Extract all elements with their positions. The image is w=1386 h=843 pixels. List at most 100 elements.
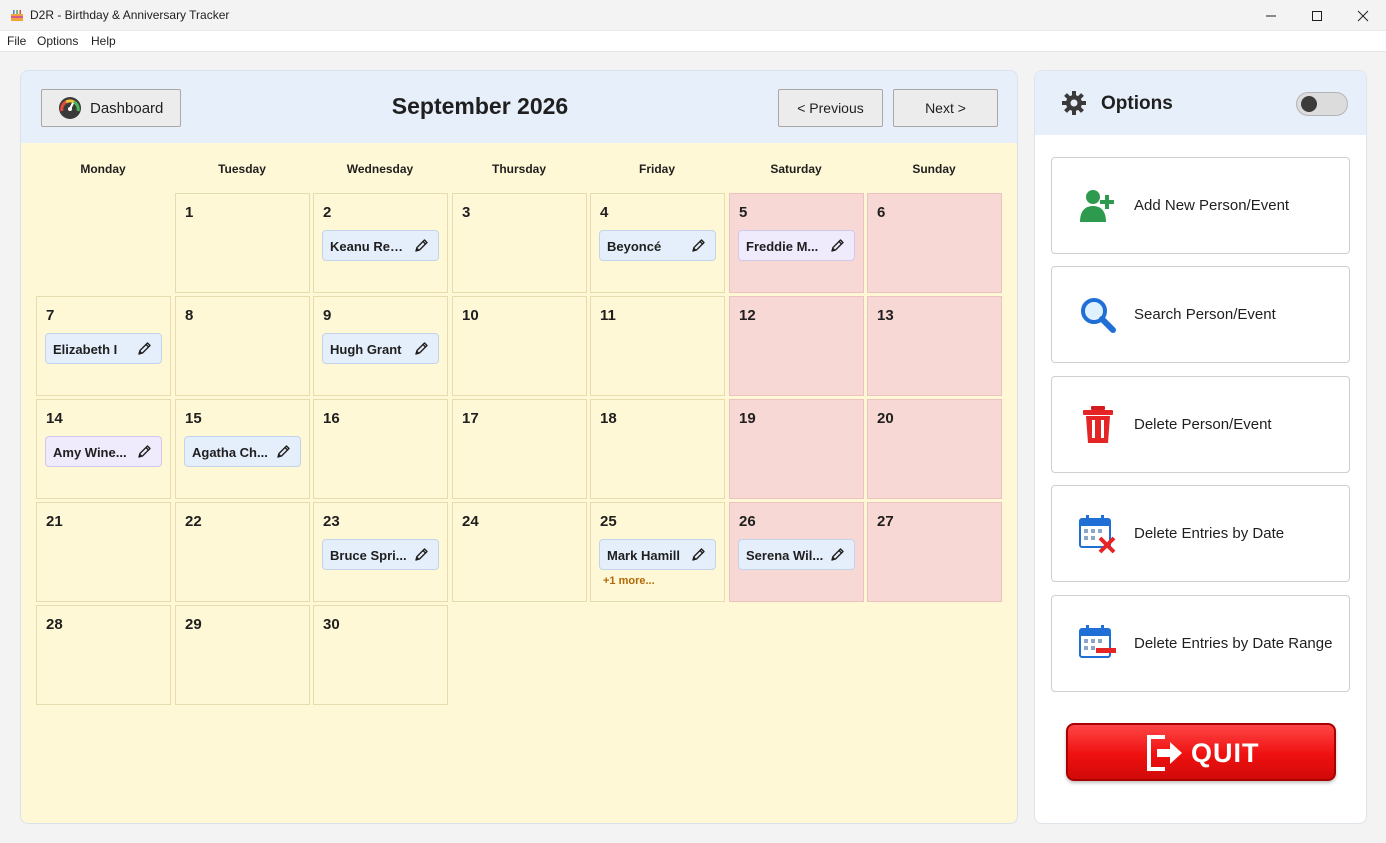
event-chip[interactable]: Agatha Ch...: [184, 436, 301, 467]
day-cell[interactable]: 21: [36, 502, 171, 602]
day-cell[interactable]: 16: [313, 399, 448, 499]
day-cell[interactable]: 10: [452, 296, 587, 396]
event-chip[interactable]: Freddie M...: [738, 230, 855, 261]
day-cell[interactable]: 14 Amy Wine...: [36, 399, 171, 499]
gear-icon: [1062, 91, 1086, 115]
menu-options[interactable]: Options: [37, 34, 78, 48]
dashboard-button[interactable]: Dashboard: [41, 89, 181, 127]
day-cell[interactable]: 2 Keanu Ree...: [313, 193, 448, 293]
day-cell[interactable]: 9 Hugh Grant: [313, 296, 448, 396]
day-cell[interactable]: 20: [867, 399, 1002, 499]
day-cell[interactable]: 7 Elizabeth I: [36, 296, 171, 396]
day-cell[interactable]: 29: [175, 605, 310, 705]
menu-bar: File Options Help: [0, 31, 1386, 52]
day-number: 13: [877, 307, 894, 324]
day-cell[interactable]: 23 Bruce Spri...: [313, 502, 448, 602]
previous-button[interactable]: < Previous: [778, 89, 883, 127]
day-cell[interactable]: 11: [590, 296, 725, 396]
day-number: 10: [462, 307, 479, 324]
quit-button[interactable]: QUIT: [1066, 723, 1336, 781]
cake-icon: [11, 10, 23, 21]
pencil-icon[interactable]: [413, 237, 430, 254]
minimize-icon: [1266, 15, 1276, 16]
event-name: Mark Hamill: [607, 548, 680, 563]
event-chip[interactable]: Keanu Ree...: [322, 230, 439, 261]
delete-by-date-button[interactable]: Delete Entries by Date: [1051, 485, 1350, 582]
quit-label: QUIT: [1191, 738, 1260, 768]
day-cell[interactable]: 1: [175, 193, 310, 293]
minimize-button[interactable]: [1248, 0, 1294, 31]
event-name: Serena Wil...: [746, 548, 824, 563]
menu-help[interactable]: Help: [91, 34, 116, 48]
month-title: September 2026: [391, 93, 569, 119]
event-chip[interactable]: Beyoncé: [599, 230, 716, 261]
menu-file[interactable]: File: [7, 34, 26, 48]
delete-by-date-label: Delete Entries by Date: [1134, 525, 1285, 542]
day-cell[interactable]: 22: [175, 502, 310, 602]
event-chip[interactable]: Elizabeth I: [45, 333, 162, 364]
event-chip[interactable]: Bruce Spri...: [322, 539, 439, 570]
day-number: 14: [46, 410, 63, 427]
day-number: 2: [323, 204, 332, 221]
title-bar: D2R - Birthday & Anniversary Tracker: [0, 0, 1386, 31]
day-number: 23: [323, 513, 340, 530]
pencil-icon[interactable]: [829, 546, 846, 563]
day-number: 4: [600, 204, 609, 221]
calendar-range-delete-icon: [1079, 625, 1116, 658]
day-cell[interactable]: 8: [175, 296, 310, 396]
delete-by-date-range-button[interactable]: Delete Entries by Date Range: [1051, 595, 1350, 692]
day-cell[interactable]: 13: [867, 296, 1002, 396]
day-cell[interactable]: 26 Serena Wil...: [729, 502, 864, 602]
day-cell[interactable]: 28: [36, 605, 171, 705]
day-number: 19: [739, 410, 756, 427]
pencil-icon[interactable]: [829, 237, 846, 254]
day-cell[interactable]: 6: [867, 193, 1002, 293]
options-toggle[interactable]: [1296, 92, 1348, 116]
event-name: Beyoncé: [607, 239, 662, 254]
event-name: Elizabeth I: [53, 342, 118, 357]
day-number: 18: [600, 410, 617, 427]
event-name: Hugh Grant: [330, 342, 402, 357]
pencil-icon[interactable]: [136, 340, 153, 357]
calendar-delete-icon: [1079, 515, 1116, 554]
event-chip[interactable]: Amy Wine...: [45, 436, 162, 467]
pencil-icon[interactable]: [136, 443, 153, 460]
event-chip[interactable]: Mark Hamill: [599, 539, 716, 570]
day-number: 11: [600, 307, 616, 324]
pencil-icon[interactable]: [413, 546, 430, 563]
next-button[interactable]: Next >: [893, 89, 998, 127]
event-chip[interactable]: Serena Wil...: [738, 539, 855, 570]
day-cell[interactable]: 19: [729, 399, 864, 499]
add-person-icon: [1080, 190, 1114, 222]
day-cell[interactable]: 25 Mark Hamill +1 more...: [590, 502, 725, 602]
day-number: 1: [185, 204, 194, 221]
day-number: 12: [739, 307, 756, 324]
event-chip[interactable]: Hugh Grant: [322, 333, 439, 364]
event-name: Keanu Ree...: [330, 239, 408, 254]
day-number: 6: [877, 204, 886, 221]
more-events-link[interactable]: +1 more...: [603, 575, 655, 587]
day-cell[interactable]: 15 Agatha Ch...: [175, 399, 310, 499]
day-cell[interactable]: 24: [452, 502, 587, 602]
pencil-icon[interactable]: [275, 443, 292, 460]
day-cell[interactable]: 17: [452, 399, 587, 499]
day-cell[interactable]: 18: [590, 399, 725, 499]
delete-person-button[interactable]: Delete Person/Event: [1051, 376, 1350, 473]
day-cell[interactable]: 3: [452, 193, 587, 293]
delete-person-label: Delete Person/Event: [1134, 416, 1272, 433]
close-button[interactable]: [1340, 0, 1386, 31]
search-person-button[interactable]: Search Person/Event: [1051, 266, 1350, 363]
day-cell[interactable]: 30: [313, 605, 448, 705]
search-icon: [1081, 298, 1116, 333]
maximize-button[interactable]: [1294, 0, 1340, 31]
day-cell[interactable]: 12: [729, 296, 864, 396]
toggle-knob: [1301, 96, 1317, 112]
pencil-icon[interactable]: [690, 546, 707, 563]
add-person-button[interactable]: Add New Person/Event: [1051, 157, 1350, 254]
day-cell[interactable]: 5 Freddie M...: [729, 193, 864, 293]
pencil-icon[interactable]: [413, 340, 430, 357]
day-cell[interactable]: 4 Beyoncé: [590, 193, 725, 293]
day-cell[interactable]: 27: [867, 502, 1002, 602]
pencil-icon[interactable]: [690, 237, 707, 254]
options-title: Options: [1101, 93, 1173, 114]
